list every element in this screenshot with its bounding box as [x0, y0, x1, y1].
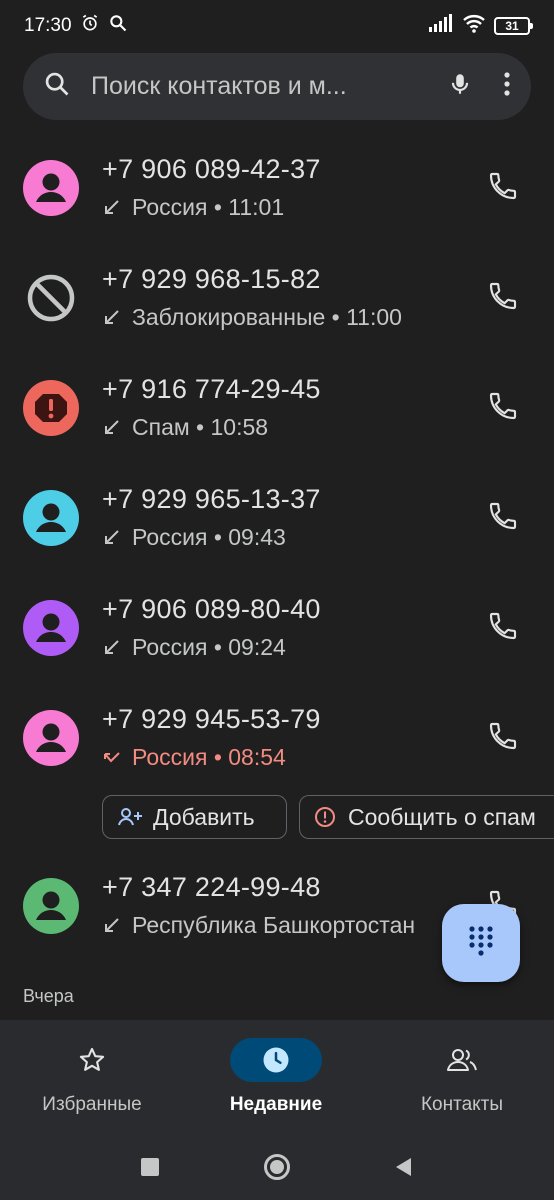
call-log-item[interactable]: +7 906 089-42-37 Россия • 11:01: [0, 140, 554, 250]
nav-recents-label: Недавние: [229, 1094, 323, 1115]
phone-number: +7 929 945-53-79: [102, 704, 321, 734]
incoming-call-arrow-icon: [102, 308, 124, 328]
recents-square-icon[interactable]: [141, 1158, 159, 1176]
call-log-item[interactable]: +7 916 774-29-45 Спам • 10:58: [0, 360, 554, 470]
call-log-item[interactable]: +7 929 965-13-37 Россия • 09:43: [0, 470, 554, 580]
call-info-text: Россия • 11:01: [132, 194, 285, 220]
search-bar[interactable]: Поиск контактов и м...: [23, 53, 531, 120]
microphone-icon[interactable]: [447, 70, 473, 103]
nav-contacts[interactable]: Контакты: [370, 1020, 554, 1140]
phone-number: +7 929 968-15-82: [102, 264, 321, 294]
search-status-icon: [108, 13, 128, 39]
call-info: Россия • 11:01: [102, 194, 284, 221]
call-log-item[interactable]: +7 929 945-53-79 Россия • 08:54: [0, 690, 554, 800]
status-time: 17:30: [24, 15, 72, 36]
nav-contacts-label: Контакты: [420, 1094, 504, 1115]
call-info-text: Спам • 10:58: [132, 414, 269, 440]
phone-number: +7 929 965-13-37: [102, 484, 321, 514]
signal-icon: [428, 13, 454, 39]
section-header-yesterday: Вчера: [23, 986, 74, 1006]
bottom-navigation: Избранные Недавние Контакты: [0, 1020, 554, 1140]
report-icon: [314, 806, 336, 828]
call-info-text: Россия • 09:24: [132, 634, 286, 660]
call-info: Россия • 09:43: [102, 524, 286, 551]
dialpad-icon: [466, 924, 496, 963]
call-log-item[interactable]: +7 906 089-80-40 Россия • 09:24: [0, 580, 554, 690]
call-back-button[interactable]: [487, 280, 519, 312]
dialpad-button[interactable]: [442, 904, 520, 982]
incoming-call-arrow-icon: [102, 916, 124, 936]
call-log-item[interactable]: +7 929 968-15-82 Заблокированные • 11:00: [0, 250, 554, 360]
more-options-icon[interactable]: [503, 71, 511, 102]
clock-icon: [230, 1038, 322, 1082]
alarm-icon: [80, 13, 100, 39]
incoming-call-arrow-icon: [102, 198, 124, 218]
phone-number: +7 347 224-99-48: [102, 872, 321, 902]
phone-number: +7 906 089-80-40: [102, 594, 321, 624]
call-info: Спам • 10:58: [102, 414, 268, 441]
incoming-call-arrow-icon: [102, 418, 124, 438]
add-person-icon: [117, 806, 143, 828]
call-back-button[interactable]: [487, 720, 519, 752]
call-info: Республика Башкортостан: [102, 912, 415, 939]
phone-number: +7 916 774-29-45: [102, 374, 321, 404]
call-info: Заблокированные • 11:00: [102, 304, 402, 331]
call-info-text: Россия • 08:54: [132, 744, 286, 770]
contact-avatar-icon[interactable]: [23, 878, 79, 934]
back-triangle-icon[interactable]: [394, 1157, 412, 1182]
blocked-icon[interactable]: [23, 270, 79, 326]
system-navigation-bar: [0, 1140, 554, 1200]
contact-avatar-icon[interactable]: [23, 490, 79, 546]
call-back-button[interactable]: [487, 170, 519, 202]
search-icon: [43, 70, 71, 103]
nav-favorites-label: Избранные: [42, 1094, 142, 1115]
call-back-button[interactable]: [487, 610, 519, 642]
nav-recents[interactable]: Недавние: [184, 1020, 368, 1140]
phone-number: +7 906 089-42-37: [102, 154, 321, 184]
home-circle-icon[interactable]: [264, 1154, 290, 1180]
add-contact-button[interactable]: Добавить: [102, 795, 287, 839]
incoming-call-arrow-icon: [102, 638, 124, 658]
report-spam-button[interactable]: Сообщить о спам: [299, 795, 554, 839]
call-back-button[interactable]: [487, 500, 519, 532]
call-info: Россия • 08:54: [102, 744, 286, 771]
spam-warning-icon[interactable]: [23, 380, 79, 436]
star-icon: [46, 1038, 138, 1082]
battery-icon: 31: [494, 17, 533, 35]
report-spam-label: Сообщить о спам: [348, 803, 536, 830]
contact-avatar-icon[interactable]: [23, 160, 79, 216]
contact-avatar-icon[interactable]: [23, 600, 79, 656]
search-input[interactable]: Поиск контактов и м...: [91, 72, 383, 101]
people-icon: [416, 1038, 508, 1082]
call-back-button[interactable]: [487, 390, 519, 422]
call-info-text: Россия • 09:43: [132, 524, 286, 550]
call-info-text: Республика Башкортостан: [132, 912, 416, 938]
wifi-icon: [462, 13, 486, 39]
missed-call-arrow-icon: [102, 748, 124, 768]
incoming-call-arrow-icon: [102, 528, 124, 548]
call-info: Россия • 09:24: [102, 634, 286, 661]
contact-avatar-icon[interactable]: [23, 710, 79, 766]
add-contact-label: Добавить: [153, 803, 255, 830]
call-info-text: Заблокированные • 11:00: [132, 304, 402, 330]
status-bar: 17:30 31: [0, 0, 554, 52]
nav-favorites[interactable]: Избранные: [0, 1020, 184, 1140]
